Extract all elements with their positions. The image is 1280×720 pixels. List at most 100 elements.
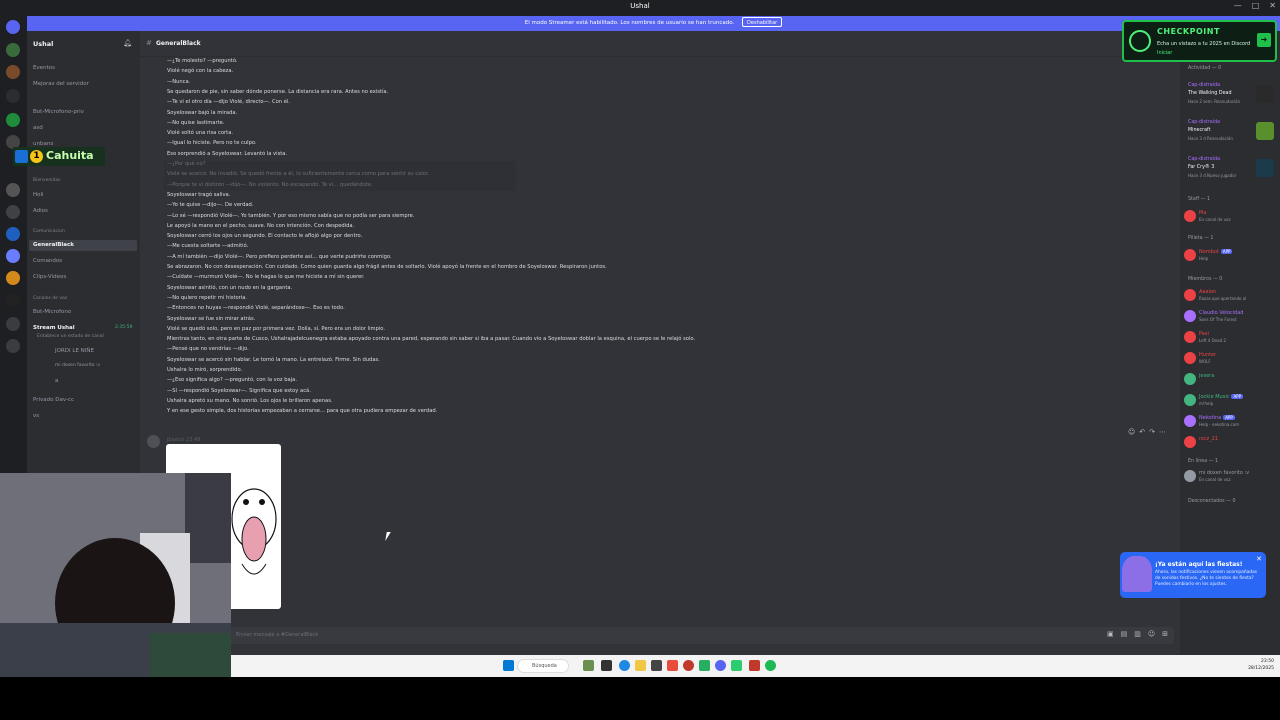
- checkpoint-promo[interactable]: CHECKPOINT Echa un vistazo a tu 2025 en …: [1122, 20, 1277, 62]
- window-controls: — □ ✕: [1234, 1, 1276, 10]
- discord-icon[interactable]: [715, 660, 726, 671]
- server-icon[interactable]: [6, 271, 20, 285]
- message-composer[interactable]: Enviar mensaje a #GeneralBlack ▣ ▤ ▥ ☺ ⊞: [146, 627, 1174, 644]
- gif-icon[interactable]: ▤: [1121, 630, 1128, 638]
- more-icon[interactable]: ⋯: [1159, 428, 1166, 436]
- server-icon[interactable]: [6, 293, 20, 307]
- server-icon[interactable]: [6, 43, 20, 57]
- server-icon[interactable]: [6, 227, 20, 241]
- close-icon[interactable]: ✕: [1269, 1, 1276, 10]
- overlay-cahuita-text: Cahuita: [46, 149, 94, 162]
- voice-vs[interactable]: vs: [33, 413, 39, 419]
- reaction-icon[interactable]: ☺: [1128, 428, 1135, 436]
- server-icon[interactable]: [6, 183, 20, 197]
- activity-user: Cap-distraída: [1188, 157, 1221, 162]
- disable-streamer-button[interactable]: Deshabilitar: [742, 17, 783, 27]
- channel-comandos[interactable]: Comandos: [33, 258, 62, 264]
- member-name-text: Ma: [1199, 210, 1207, 216]
- emoji-icon[interactable]: ☺: [1148, 630, 1155, 638]
- server-icon[interactable]: [6, 205, 20, 219]
- member-name-text: jesera: [1199, 373, 1215, 379]
- member-row[interactable]: rxcz_21: [1184, 434, 1278, 452]
- voice-user[interactable]: a: [55, 378, 58, 384]
- message-line: Soyeloswar bajó la mirada.: [167, 109, 238, 116]
- voice-user[interactable]: JORDI LE NIÑE: [55, 348, 94, 354]
- sidebar-item-events[interactable]: Eventos: [33, 65, 55, 71]
- message-author[interactable]: jbasico 23:49: [167, 437, 200, 443]
- member-row[interactable]: Nekotina APP Help · nekotina.com: [1184, 413, 1278, 431]
- channel-asd[interactable]: asd: [33, 125, 43, 131]
- app-icon[interactable]: [683, 660, 694, 671]
- server-icon[interactable]: [6, 89, 20, 103]
- category-bienvenidas[interactable]: Bienvenidas: [33, 178, 60, 183]
- member-row[interactable]: Claudio Velocidad Sons Of The Forest: [1184, 308, 1278, 326]
- reply-icon[interactable]: ↶: [1139, 428, 1145, 436]
- member-row[interactable]: Ma En canal de voz: [1184, 208, 1278, 226]
- app-icon[interactable]: [651, 660, 662, 671]
- message-line: —Cuídate —murmuró Violé—. No le hagas lo…: [167, 274, 365, 281]
- activity-user: Cap-distraída: [1188, 120, 1221, 125]
- member-name-text: rxcz_21: [1199, 436, 1219, 442]
- discord-home-icon[interactable]: [6, 20, 20, 34]
- category-comunicacion[interactable]: Comunicacion: [33, 229, 65, 234]
- forward-icon[interactable]: ↷: [1149, 428, 1155, 436]
- maximize-icon[interactable]: □: [1252, 1, 1260, 10]
- channel-clips-videos[interactable]: Clips-Videos: [33, 274, 66, 280]
- avatar[interactable]: [147, 435, 160, 448]
- edge-icon[interactable]: [619, 660, 630, 671]
- folder-icon[interactable]: [635, 660, 646, 671]
- taskbar-search[interactable]: Búsqueda: [517, 659, 569, 673]
- sticker-icon[interactable]: ▥: [1134, 630, 1141, 638]
- member-name: Ma: [1199, 210, 1206, 216]
- server-icon[interactable]: [6, 65, 20, 79]
- sidebar-item-boosts[interactable]: Mejoras del servidor: [33, 81, 89, 87]
- activity-card[interactable]: Cap-distraída Far Cry® 3 Hace 3 d Nuevo ju…: [1184, 155, 1276, 188]
- checkpoint-link[interactable]: Iniciar: [1157, 50, 1172, 56]
- voice-bot-microfono[interactable]: Bot-Microfono: [33, 309, 71, 315]
- checkpoint-open-button[interactable]: ➜: [1257, 33, 1271, 47]
- activity-card[interactable]: Cap-distraída Minecraft Hace 3 d Reanudaci…: [1184, 118, 1276, 151]
- app-icon[interactable]: [667, 660, 678, 671]
- message-line: Soyeloswar se fue sin mirar atrás.: [167, 315, 256, 322]
- message-line: —Sí —respondió Soyeloswar—. Significa qu…: [167, 387, 311, 394]
- member-row[interactable]: Jockie Music APP m!help: [1184, 392, 1278, 410]
- app-icon[interactable]: [731, 660, 742, 671]
- gift-icon[interactable]: ▣: [1107, 630, 1114, 638]
- start-icon[interactable]: [503, 660, 514, 671]
- channel-holi[interactable]: Holi: [33, 192, 44, 198]
- server-icon[interactable]: [6, 339, 20, 353]
- activity-card[interactable]: Cap-distraída The Walking Dead Hace 2 sem.…: [1184, 81, 1276, 114]
- server-icon[interactable]: [6, 249, 20, 263]
- member-row[interactable]: jesera: [1184, 371, 1278, 389]
- author-name[interactable]: jbasico: [167, 437, 184, 443]
- member-name-text: mi doxen favorito :v: [1199, 470, 1250, 476]
- app-icon[interactable]: [699, 660, 710, 671]
- member-row[interactable]: Aaalen Razas que apertando al: [1184, 287, 1278, 305]
- member-row[interactable]: Pasi Left 4 Dead 2: [1184, 329, 1278, 347]
- category-voice[interactable]: Canales de voz: [33, 296, 67, 301]
- server-icon[interactable]: [6, 317, 20, 331]
- voice-stream-ushal[interactable]: Stream Ushal: [33, 325, 75, 331]
- voice-privado[interactable]: Privado Dav-cc: [33, 397, 74, 403]
- close-icon[interactable]: ✕: [1256, 555, 1262, 563]
- server-name[interactable]: Ushal: [33, 40, 53, 48]
- message-line: —Entonces no huyas —respondió Violé, sep…: [167, 305, 345, 312]
- taskbar-clock[interactable]: 23:50 28/12/2025: [1248, 658, 1274, 672]
- channel-generalblack[interactable]: GeneralBlack: [33, 242, 74, 248]
- minimize-icon[interactable]: —: [1234, 1, 1242, 10]
- app-icon[interactable]: [601, 660, 612, 671]
- member-row[interactable]: Nombot APP Help: [1184, 247, 1278, 265]
- member-row[interactable]: mi doxen favorito :v En canal de voz: [1184, 468, 1278, 486]
- channel-adios[interactable]: Adios: [33, 208, 48, 214]
- bell-icon[interactable]: 🔔︎: [123, 39, 132, 47]
- bots-header: Pilleta — 1: [1188, 236, 1214, 241]
- apps-icon[interactable]: ⊞: [1162, 630, 1168, 638]
- member-row[interactable]: Hunter WOLF: [1184, 350, 1278, 368]
- channel-bot-microfono-priv[interactable]: Bot-Microfono-priv: [33, 109, 84, 115]
- app-icon[interactable]: [749, 660, 760, 671]
- voice-channel-status[interactable]: Entablece un estado de canal: [37, 334, 104, 339]
- server-icon[interactable]: [6, 113, 20, 127]
- app-icon[interactable]: [583, 660, 594, 671]
- spotify-icon[interactable]: [765, 660, 776, 671]
- voice-user[interactable]: mi doxen favorito :v: [55, 363, 100, 368]
